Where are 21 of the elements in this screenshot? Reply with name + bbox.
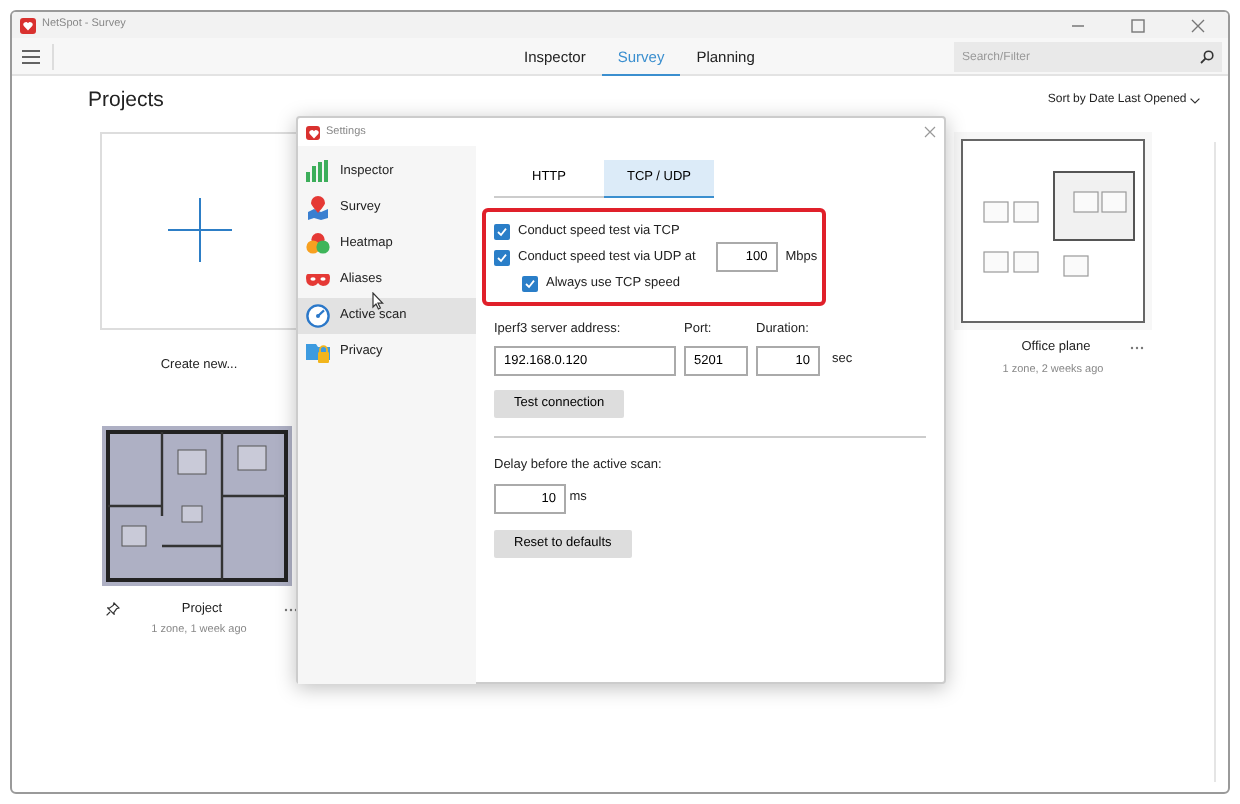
checkbox[interactable] — [522, 275, 538, 291]
color-blob-icon — [306, 232, 330, 256]
menu-icon[interactable] — [22, 49, 40, 63]
gauge-icon — [306, 304, 330, 328]
signal-bars-icon — [306, 160, 330, 184]
close-icon[interactable] — [924, 126, 936, 138]
new-project-tile[interactable] — [100, 131, 298, 330]
chevron-down-icon — [1190, 98, 1200, 105]
search-icon — [1200, 50, 1214, 64]
pin-icon[interactable] — [106, 602, 120, 616]
mask-icon — [306, 268, 330, 292]
app-icon — [20, 17, 36, 33]
folder-lock-icon — [306, 340, 330, 364]
checkbox[interactable] — [494, 249, 510, 265]
map-pin-icon — [306, 196, 330, 220]
more-icon[interactable] — [1130, 346, 1144, 351]
app-icon — [306, 125, 320, 139]
page-heading: Projects — [88, 86, 164, 116]
checkbox[interactable] — [494, 223, 510, 239]
cursor-icon — [372, 292, 384, 310]
plus-icon — [167, 198, 231, 263]
